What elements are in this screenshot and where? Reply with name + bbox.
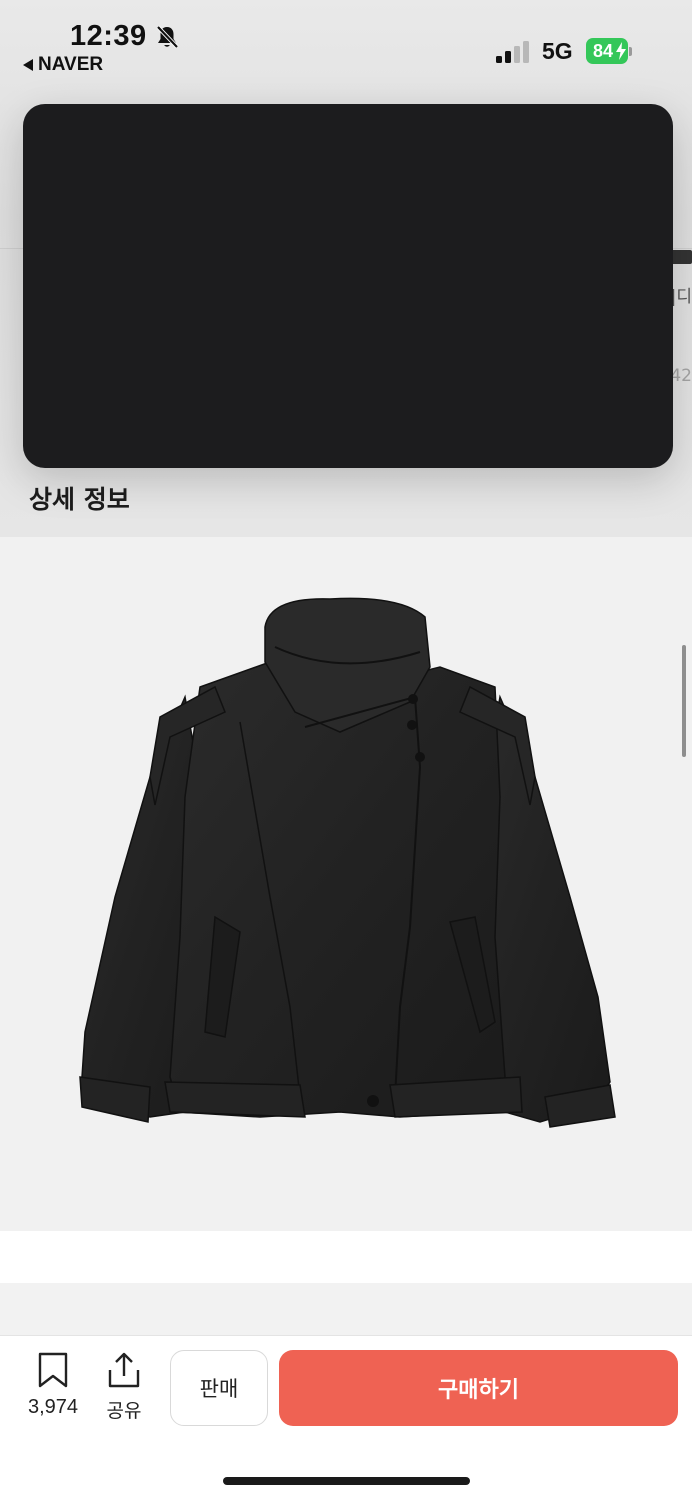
sell-button[interactable]: 판매 [170,1350,268,1426]
bolt-icon [616,42,626,60]
battery-indicator: 84 [586,38,632,64]
share-icon [108,1352,140,1388]
signal-icon [496,41,529,63]
share-label: 공유 [106,1400,142,1422]
background-text: 42 [670,366,692,386]
overlay-panel [23,104,673,468]
share-button[interactable]: 공유 [98,1352,150,1423]
back-to-app-link[interactable]: NAVER [22,54,103,76]
bookmark-count: 3,974 [27,1396,79,1418]
spacer [0,1283,692,1335]
background-element [670,250,692,264]
status-bar: 12:39 NAVER 5G 84 [0,0,692,90]
product-image[interactable] [0,537,692,1231]
jacket-illustration [79,597,616,1128]
battery-level: 84 [592,40,614,61]
clock: 12:39 [70,20,147,52]
bookmark-icon [38,1352,68,1388]
bell-off-icon [156,25,179,49]
bottom-action-bar: 3,974 공유 판매 구매하기 [0,1335,692,1500]
home-indicator[interactable] [223,1477,470,1485]
back-arrow-icon [23,59,33,71]
bookmark-button[interactable]: 3,974 [18,1352,88,1419]
section-title: 상세 정보 [29,485,130,514]
background-text: |디 [670,287,692,307]
buy-button[interactable]: 구매하기 [279,1350,678,1426]
scroll-indicator[interactable] [682,645,686,757]
back-app-label: NAVER [38,54,104,75]
network-type: 5G [542,38,573,64]
spacer [0,1231,692,1283]
